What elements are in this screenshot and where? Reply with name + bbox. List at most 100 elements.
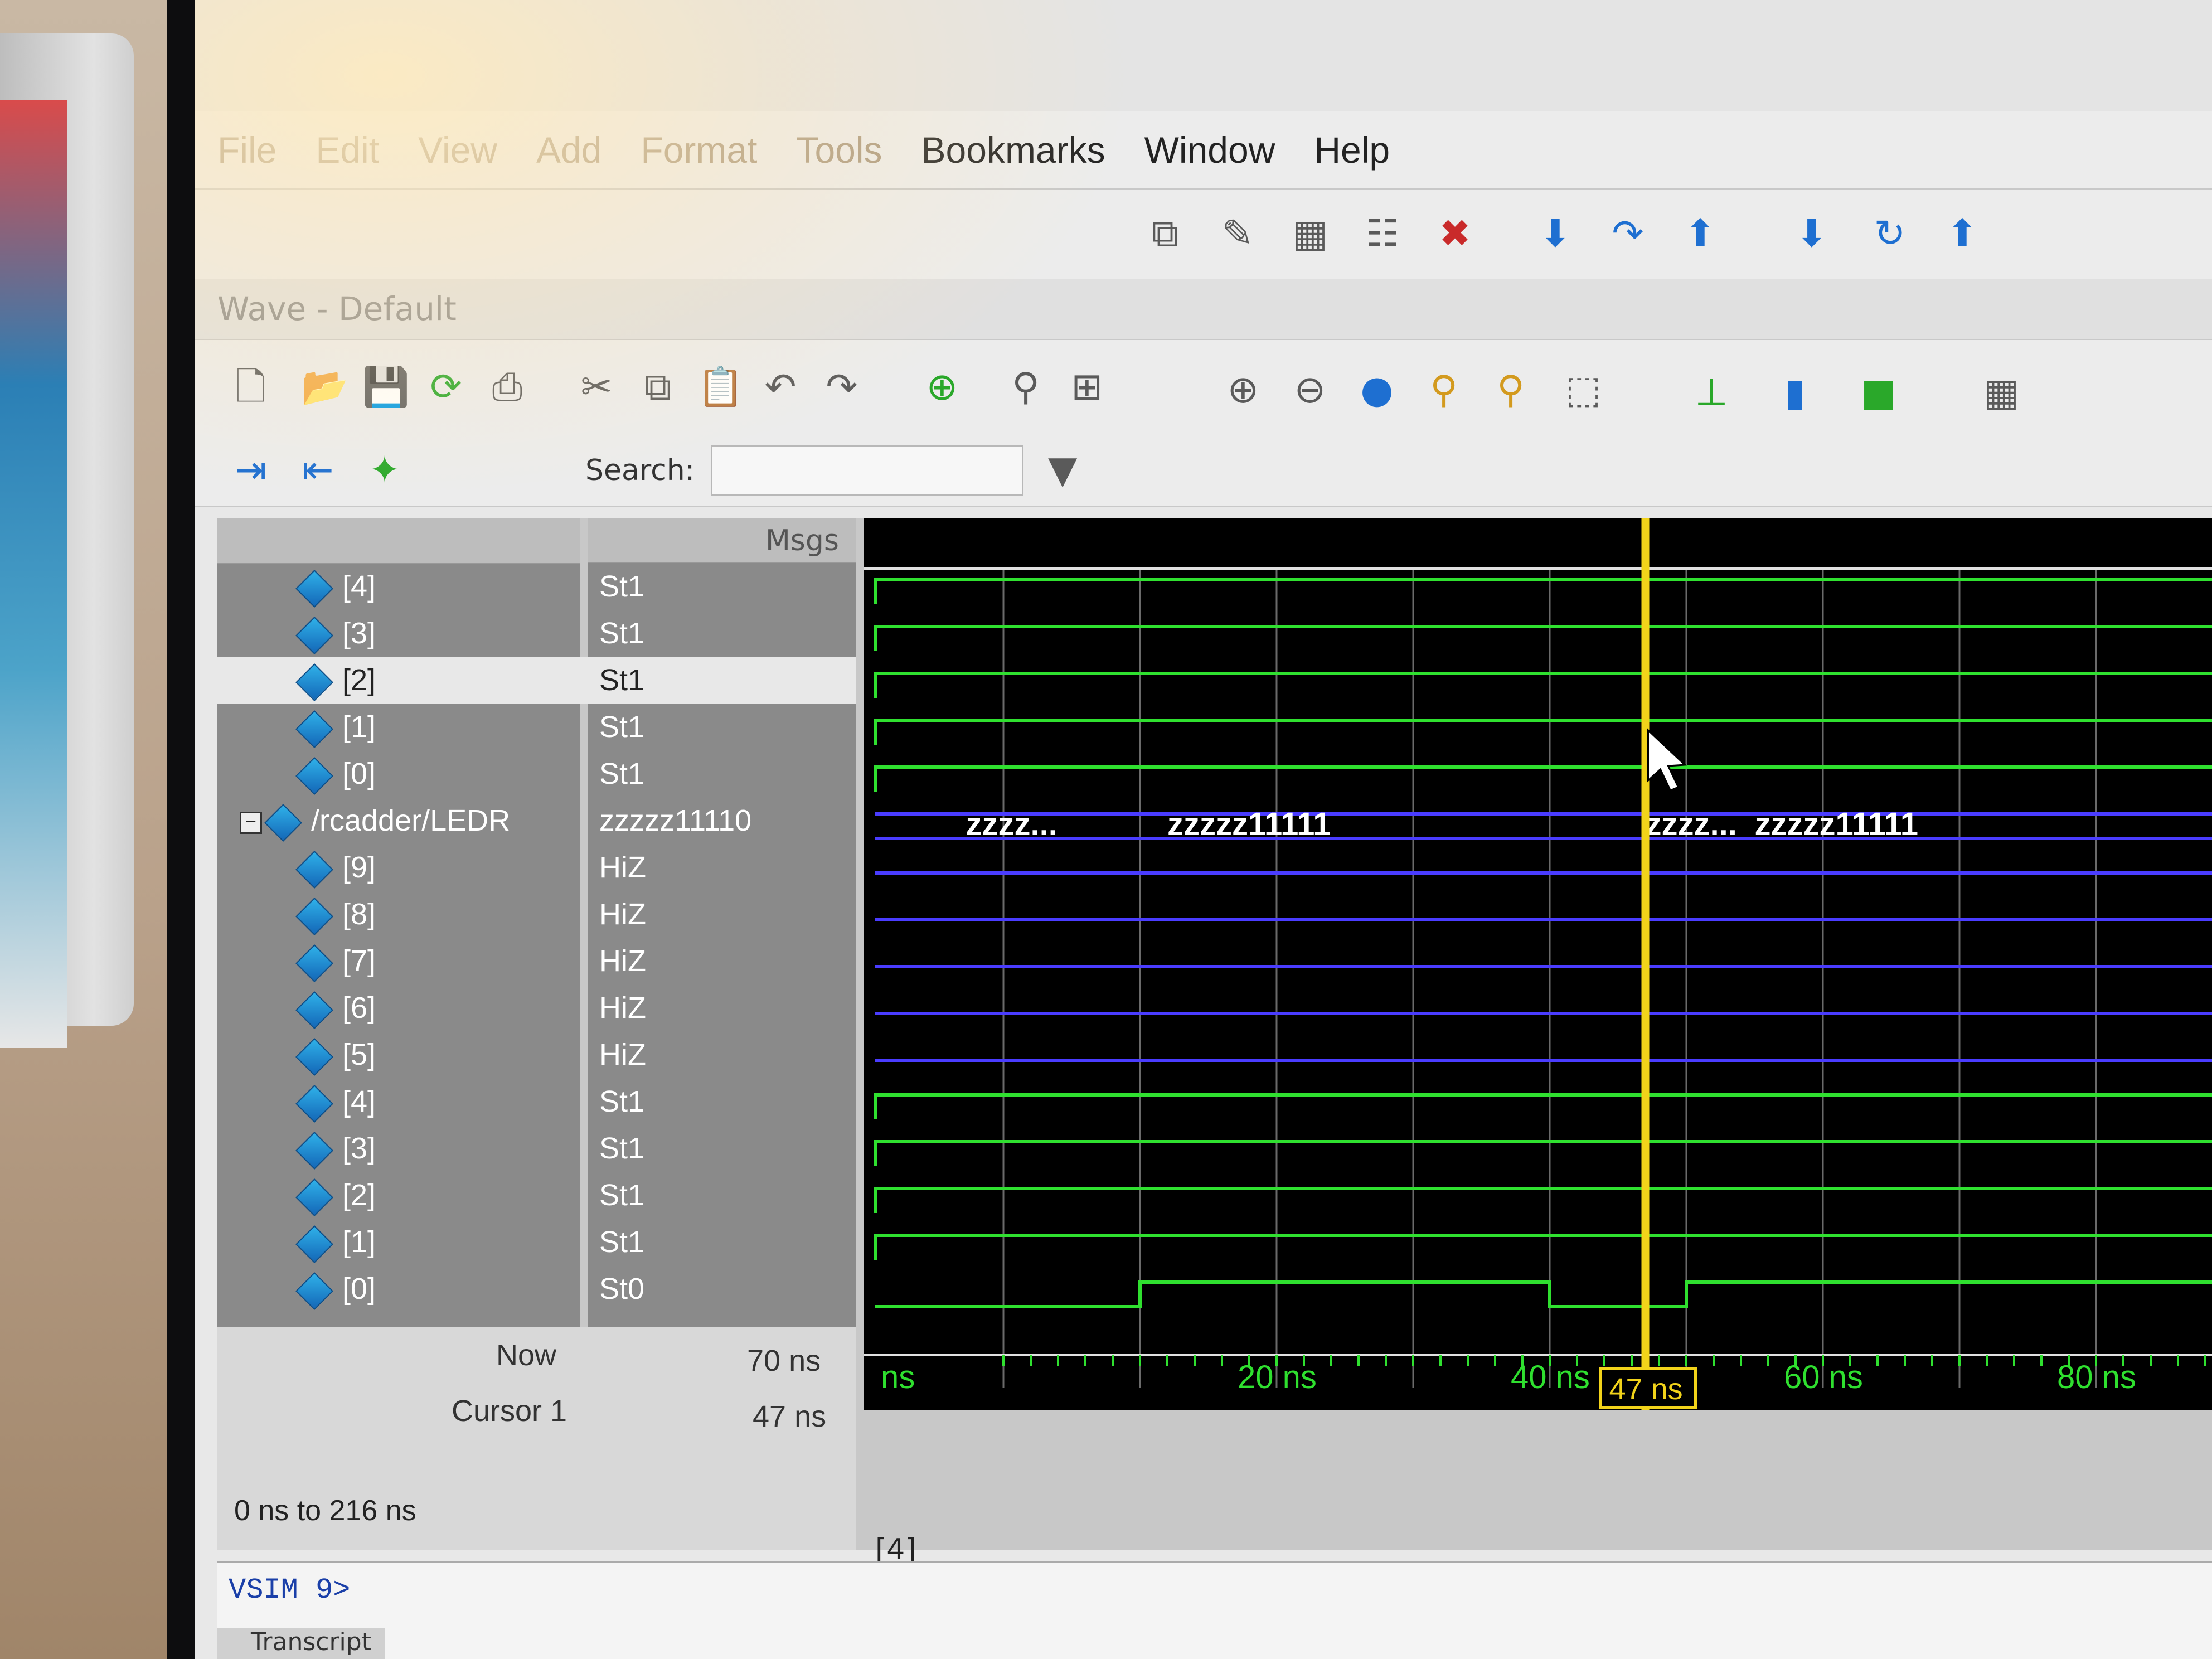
search-dropdown-icon[interactable]: ▼ — [1040, 448, 1085, 493]
signal-value: St1 — [599, 1132, 645, 1165]
signal-name: [6] — [342, 991, 376, 1025]
zoom-range-icon[interactable]: ⚲ — [1488, 368, 1533, 413]
timeline-label: 20 ns — [1238, 1359, 1317, 1395]
menu-view[interactable]: View — [418, 129, 497, 171]
signal-value: HiZ — [599, 944, 646, 978]
transcript-tab[interactable]: Transcript — [217, 1628, 385, 1659]
signal-name: [0] — [342, 757, 376, 790]
signal-value: HiZ — [599, 898, 646, 931]
signal-icon — [295, 710, 333, 748]
add-icon[interactable]: ⊕ — [920, 365, 964, 410]
collapse-signal-icon[interactable]: ⇤ — [295, 448, 340, 493]
insert-signal-icon[interactable]: ⇥ — [229, 448, 273, 493]
run-icon[interactable]: ⬇ — [1789, 212, 1834, 256]
step-out-icon[interactable]: ⬆ — [1678, 212, 1723, 256]
cursor-time-label: 47 ns — [1609, 1372, 1683, 1406]
console[interactable]: VSIM 9> — [217, 1561, 2212, 1659]
save-icon[interactable]: 💾 — [362, 365, 410, 410]
continue-icon[interactable]: ↻ — [1867, 212, 1912, 256]
new-file-icon[interactable]: 🗋 — [229, 365, 273, 410]
delete-icon[interactable]: ✖ — [1433, 212, 1477, 256]
signal-name: [1] — [342, 1225, 376, 1259]
menu-format[interactable]: Format — [641, 129, 757, 171]
list-icon[interactable]: ☷ — [1360, 212, 1405, 256]
signal-name: [4] — [342, 570, 376, 603]
cursor-label: Cursor 1 — [452, 1394, 567, 1428]
signal-icon — [295, 944, 333, 982]
signal-icon — [295, 850, 333, 889]
signal-name: [3] — [342, 1132, 376, 1165]
paste-icon[interactable]: 📋 — [697, 365, 744, 410]
zoom-region-icon[interactable]: ⬚ — [1561, 368, 1605, 413]
signal-name: [1] — [342, 710, 376, 744]
bit-wave — [874, 578, 2212, 604]
signal-name: [2] — [342, 663, 376, 697]
copy-icon[interactable]: ⧉ — [636, 365, 680, 410]
bus-value-label: zzzz... — [966, 806, 1058, 842]
find-icon[interactable]: ⚲ — [1003, 365, 1048, 410]
step-into-icon[interactable]: ⬇ — [1533, 212, 1578, 256]
waveform-canvas: zzzz... zzzzz11111 zzzz... zzzzz11111 ns 20 n… — [864, 518, 2212, 1410]
now-label: Now — [496, 1338, 557, 1372]
waveform-gray-icon[interactable]: ▦ — [1979, 371, 2024, 415]
break-icon[interactable]: ⬆ — [1940, 212, 1985, 256]
bit-wave — [874, 719, 2212, 745]
signal-icon — [295, 663, 333, 701]
zoom-full-icon[interactable]: ● — [1355, 368, 1399, 413]
timeline-label: 80 ns — [2057, 1359, 2136, 1395]
signal-name: [9] — [342, 851, 376, 884]
laptop-screen — [0, 100, 67, 1048]
signal-icon — [295, 616, 333, 654]
waveform-bar-icon[interactable]: ▮ — [1773, 371, 1817, 415]
redo-icon[interactable]: ↷ — [819, 365, 864, 410]
print-icon[interactable]: ⎙ — [485, 365, 530, 410]
dataflow-icon[interactable]: ⧉ — [1143, 212, 1187, 256]
menu-tools[interactable]: Tools — [796, 129, 882, 171]
menu-file[interactable]: File — [217, 129, 276, 171]
signal-icon — [295, 1225, 333, 1263]
console-prompt: VSIM 9> — [229, 1574, 351, 1607]
signal-value: St1 — [599, 617, 645, 650]
undo-icon[interactable]: ↶ — [758, 365, 803, 410]
signals-pane: [4] [3] [2] [1] [0] − /rcadder/LEDR [9] [8] [7] [6… — [217, 518, 663, 1327]
signal-row[interactable]: − /rcadder/LEDR — [217, 797, 602, 844]
step-over-icon[interactable]: ↷ — [1605, 212, 1650, 256]
bit-wave — [874, 1093, 2212, 1119]
open-folder-icon[interactable]: 📂 — [301, 365, 348, 410]
signal-name: [3] — [342, 617, 376, 650]
waveform-block-icon[interactable]: ■ — [1856, 371, 1901, 415]
signal-value: HiZ — [599, 1038, 646, 1071]
signal-value: St1 — [588, 657, 856, 704]
signal-value: HiZ — [599, 851, 646, 884]
signal-value: St0 — [599, 1272, 645, 1306]
cursor-line-icon[interactable]: ⊥ — [1689, 371, 1734, 415]
waveform-area[interactable]: zzzz... zzzzz11111 zzzz... zzzzz11111 ns 20 n… — [864, 518, 2212, 1410]
laptop-left — [0, 33, 134, 1048]
wave-title-bar: Wave - Default — [195, 279, 2212, 340]
divider-icon[interactable]: ✦ — [362, 448, 407, 493]
bit-wave — [875, 1280, 2212, 1308]
signal-icon — [264, 803, 302, 842]
zoom-out-icon[interactable]: ⊖ — [1288, 368, 1332, 413]
menu-add[interactable]: Add — [536, 129, 601, 171]
signal-name: [7] — [342, 944, 376, 978]
wave-edit-icon[interactable]: ✎ — [1215, 212, 1260, 256]
bus-value-label: zzzz... — [1646, 806, 1737, 842]
hierarchy-icon[interactable]: ⊞ — [1065, 365, 1109, 410]
menu-edit[interactable]: Edit — [316, 129, 379, 171]
signal-icon — [295, 756, 333, 795]
bit-wave — [874, 625, 2212, 651]
signal-value: St1 — [599, 570, 645, 603]
signal-icon — [295, 1178, 333, 1216]
menu-bookmarks[interactable]: Bookmarks — [921, 129, 1105, 171]
timeline-label: ns — [881, 1359, 915, 1395]
search-input[interactable] — [711, 445, 1024, 496]
reload-icon[interactable]: ⟳ — [424, 365, 468, 410]
menu-help[interactable]: Help — [1314, 129, 1390, 171]
zoom-in-icon[interactable]: ⊕ — [1221, 368, 1265, 413]
menu-window[interactable]: Window — [1144, 129, 1275, 171]
grid-icon[interactable]: ▦ — [1288, 212, 1332, 256]
collapse-toggle-icon[interactable]: − — [240, 811, 262, 834]
zoom-cursor-icon[interactable]: ⚲ — [1422, 368, 1466, 413]
cut-icon[interactable]: ✂ — [574, 365, 619, 410]
